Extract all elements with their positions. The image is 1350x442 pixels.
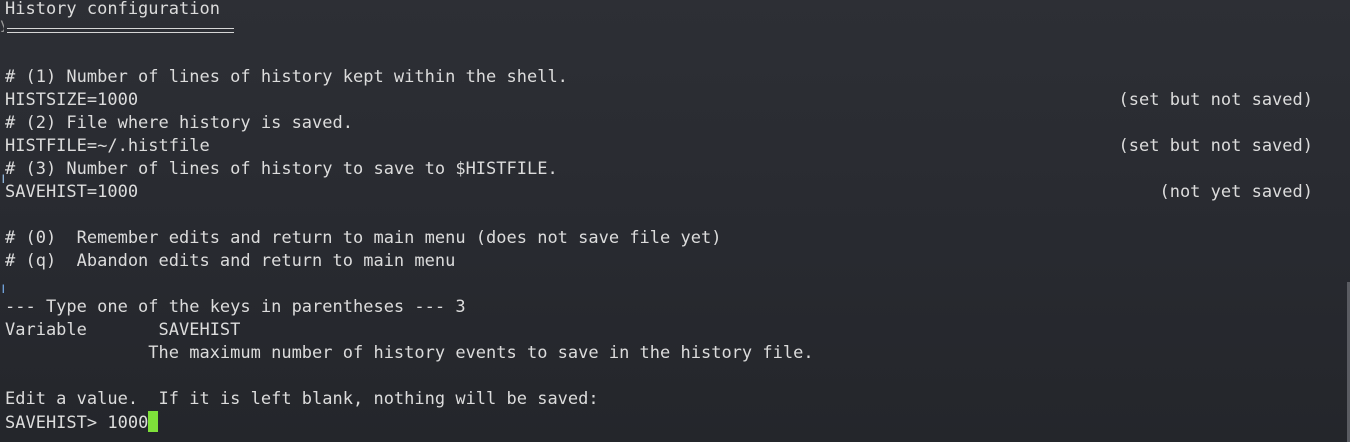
- title-double-underline: [7, 28, 234, 33]
- variable-name-line: Variable SAVEHIST: [5, 320, 241, 340]
- savehist-setting: SAVEHIST=1000: [5, 182, 139, 202]
- input-line[interactable]: SAVEHIST> 1000: [5, 411, 159, 434]
- histfile-status: (set but not saved): [1118, 136, 1313, 156]
- terminal-window[interactable]: y r r History configuration # (1) Number…: [0, 0, 1350, 442]
- histsize-status: (set but not saved): [1118, 90, 1313, 110]
- histsize-setting: HISTSIZE=1000: [5, 90, 139, 110]
- edit-instructions: Edit a value. If it is left blank, nothi…: [5, 389, 599, 409]
- input-prompt-label: SAVEHIST>: [5, 413, 108, 433]
- menu-title: History configuration: [5, 0, 220, 19]
- savehist-status: (not yet saved): [1159, 182, 1313, 202]
- option-0-comment: # (0) Remember edits and return to main …: [5, 228, 722, 248]
- option-3-comment: # (3) Number of lines of history to save…: [5, 159, 558, 179]
- background-window-fragment: r: [0, 170, 4, 186]
- key-prompt-line: --- Type one of the keys in parentheses …: [5, 297, 466, 317]
- savehist-input-value[interactable]: 1000: [107, 413, 148, 433]
- option-2-comment: # (2) File where history is saved.: [5, 113, 353, 133]
- option-q-comment: # (q) Abandon edits and return to main m…: [5, 251, 456, 271]
- variable-description: The maximum number of history events to …: [5, 343, 814, 363]
- text-cursor: [148, 411, 159, 432]
- background-window-fragment: r: [0, 280, 4, 296]
- option-1-comment: # (1) Number of lines of history kept wi…: [5, 67, 568, 87]
- background-window-fragment: y: [0, 16, 4, 32]
- histfile-setting: HISTFILE=~/.histfile: [5, 136, 210, 156]
